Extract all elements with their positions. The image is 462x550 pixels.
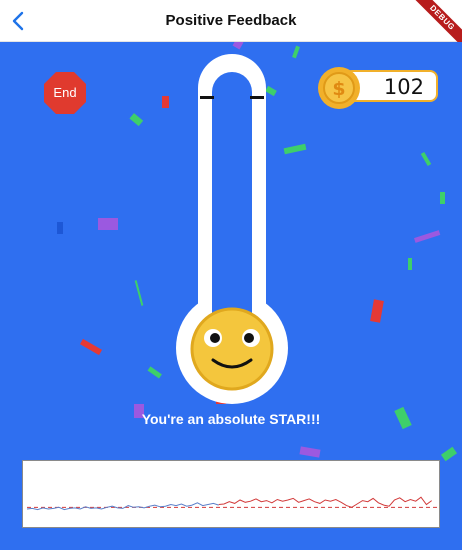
app-bar: Positive Feedback DEBUG bbox=[0, 0, 462, 51]
confetti-piece bbox=[129, 113, 144, 127]
confetti-piece bbox=[370, 299, 384, 323]
confetti-piece bbox=[299, 446, 321, 458]
confetti-piece bbox=[265, 85, 277, 97]
confetti-piece bbox=[147, 366, 162, 379]
confetti-piece bbox=[292, 45, 300, 59]
confetti-piece bbox=[408, 258, 412, 270]
confetti-piece bbox=[440, 192, 445, 204]
confetti-piece bbox=[283, 143, 307, 155]
confetti-piece bbox=[420, 151, 432, 167]
end-button[interactable]: End bbox=[43, 71, 87, 115]
chart-series-line-2 bbox=[218, 496, 432, 508]
confetti-piece bbox=[162, 96, 169, 108]
page-title: Positive Feedback bbox=[165, 12, 297, 29]
confetti-piece bbox=[79, 338, 103, 356]
feedback-message: You're an absolute STAR!!! bbox=[141, 411, 321, 427]
confetti-piece bbox=[216, 398, 226, 404]
confetti-piece bbox=[98, 218, 118, 230]
feedback-stage: End 102 $ You're an absolute STAR!!! bbox=[0, 42, 462, 550]
confetti-piece bbox=[414, 230, 441, 243]
chart-series-line-1 bbox=[26, 502, 219, 511]
end-button-label: End bbox=[53, 85, 77, 100]
confetti-piece bbox=[232, 42, 244, 50]
svg-text:$: $ bbox=[332, 78, 345, 100]
dollar-coin-icon: $ bbox=[318, 67, 360, 109]
performance-chart bbox=[22, 460, 440, 528]
confetti-piece bbox=[57, 222, 63, 234]
confetti-piece bbox=[134, 280, 144, 306]
confetti-piece bbox=[440, 446, 458, 462]
chart-svg bbox=[26, 496, 437, 511]
